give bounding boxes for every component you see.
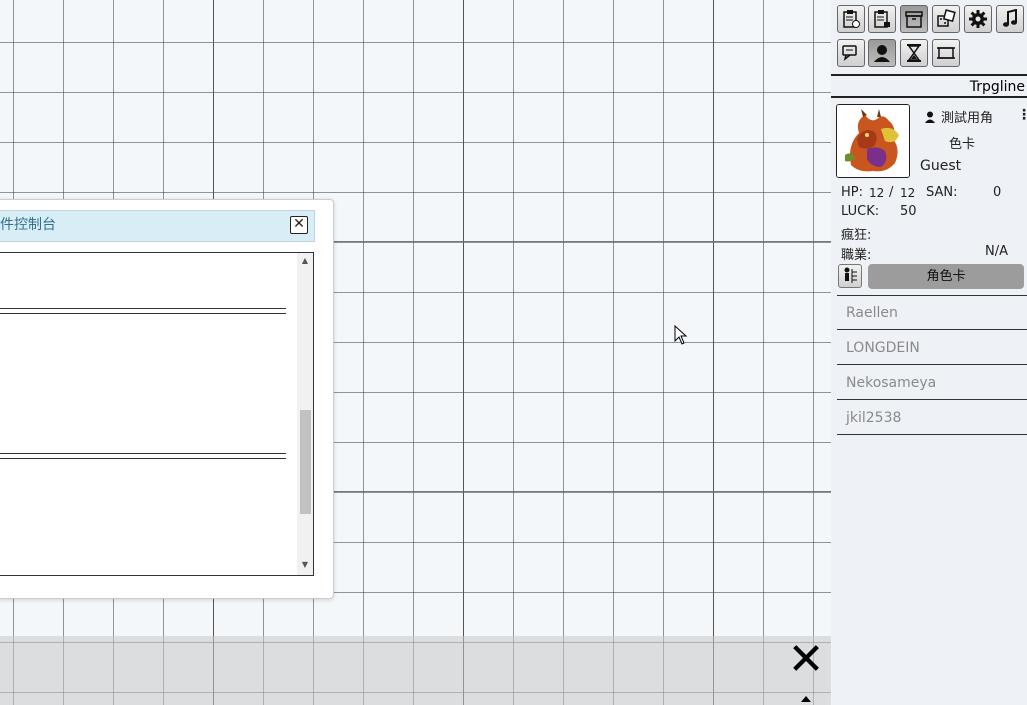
music-note-icon <box>1003 9 1017 27</box>
player-item[interactable]: jkil2538 <box>837 401 1027 435</box>
luck-label: LUCK: <box>841 204 880 219</box>
clipboard-lock-button[interactable] <box>868 5 896 33</box>
character-icon <box>925 111 935 123</box>
occupation-label: 職業: <box>841 248 872 263</box>
console-title: 件控制台 <box>0 217 56 233</box>
mouse-cursor-icon <box>674 325 688 345</box>
character-name: 測試用角 <box>941 111 994 126</box>
close-map-button[interactable]: ✕ <box>786 638 826 682</box>
player-item[interactable]: LONGDEIN <box>837 331 1027 365</box>
console-header[interactable]: 件控制台 ✕ <box>0 210 315 242</box>
close-icon[interactable]: ✕ <box>290 216 308 234</box>
dice-button[interactable] <box>932 5 960 33</box>
dice-icon <box>937 9 956 27</box>
character-sheet-button[interactable]: 角色卡 <box>868 264 1024 289</box>
character-name-continued: 色卡 <box>949 137 976 152</box>
clipboard-check-icon <box>843 10 860 28</box>
dragon-portrait-image <box>837 105 909 177</box>
more-options-icon[interactable]: ⋮ <box>1017 107 1027 123</box>
chat-bubbles-icon <box>842 45 857 61</box>
music-button[interactable] <box>996 5 1024 33</box>
grid-major-line <box>713 0 714 705</box>
san-value: 0 <box>993 185 1002 200</box>
hp-max: 12 <box>900 186 916 200</box>
luck-value: 50 <box>900 204 917 219</box>
map-button[interactable] <box>932 39 960 67</box>
sidebar: Trpgline 測試用角 色卡 ⋮ Guest HP: 12 / 12 SAN… <box>831 0 1027 705</box>
clipboard-lock-icon <box>874 10 890 28</box>
hp-current: 12 <box>869 186 885 200</box>
divider <box>831 74 1027 76</box>
console-log[interactable]: ▲ ▼ <box>0 252 314 576</box>
settings-button[interactable] <box>964 5 992 33</box>
divider <box>831 96 1027 98</box>
hp-separator: / <box>889 185 894 200</box>
scrollbar[interactable]: ▲ ▼ <box>297 253 313 575</box>
chat-button[interactable] <box>837 39 865 67</box>
map-scroll-icon <box>937 47 955 59</box>
person-list-icon <box>844 267 857 283</box>
clipboard-check-button[interactable] <box>837 5 865 33</box>
inventory-button[interactable] <box>900 5 928 33</box>
timer-button[interactable] <box>900 39 928 67</box>
hp-label: HP: <box>841 185 863 200</box>
map-grid[interactable]: ✕ 件控制台 ✕ ▲ ▼ <box>0 0 831 705</box>
app-name: Trpgline <box>969 79 1025 95</box>
box-icon <box>905 11 923 28</box>
divider <box>0 308 286 314</box>
occupation-value: N/A <box>985 244 1008 259</box>
character-button[interactable] <box>868 39 896 67</box>
character-icon <box>874 45 890 62</box>
bottom-bar <box>0 636 831 705</box>
scroll-up-icon[interactable]: ▲ <box>300 256 310 266</box>
san-label: SAN: <box>926 185 958 200</box>
player-item[interactable]: Raellen <box>837 296 1027 330</box>
scroll-down-icon[interactable]: ▼ <box>300 560 310 570</box>
scroll-thumb[interactable] <box>300 410 311 514</box>
event-console-panel: 件控制台 ✕ ▲ ▼ <box>0 199 334 599</box>
character-avatar[interactable] <box>836 104 910 178</box>
character-owner: Guest <box>920 158 962 174</box>
divider <box>0 453 286 459</box>
hourglass-icon <box>907 44 921 62</box>
sheet-detail-button[interactable] <box>838 264 862 288</box>
madness-label: 瘋狂: <box>841 228 872 243</box>
player-item[interactable]: Nekosameya <box>837 366 1027 400</box>
gear-icon <box>969 10 987 28</box>
grid-major-line <box>463 0 464 705</box>
caret-up-icon[interactable] <box>800 695 812 705</box>
